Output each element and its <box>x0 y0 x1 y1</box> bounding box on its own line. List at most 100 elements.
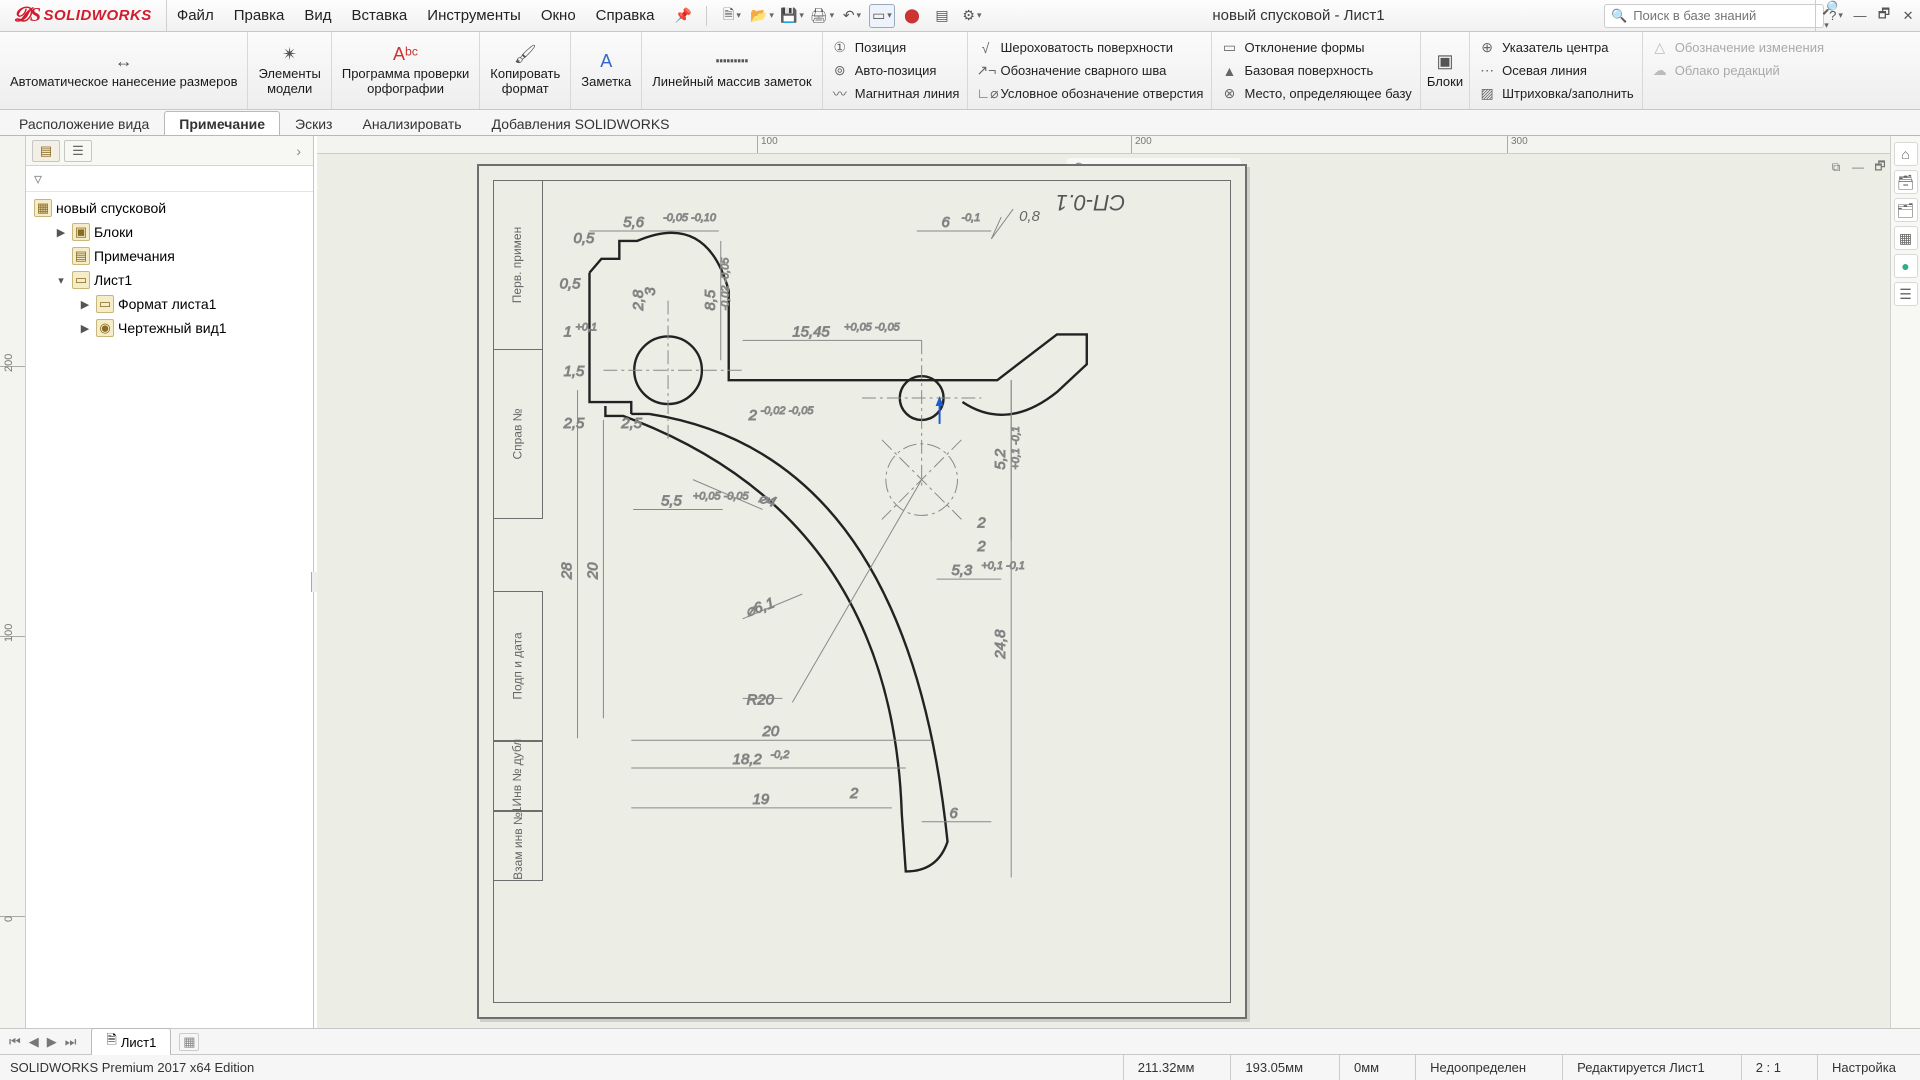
cmd-label: Элементы модели <box>258 67 320 97</box>
cmd-format-painter[interactable]: 🖌 Копировать формат <box>480 32 571 109</box>
cmd-spellcheck[interactable]: Aᵇᶜ Программа проверки орфографии <box>332 32 480 109</box>
task-pane: ⌂ 🗃 🗂 ▦ ● ☰ <box>1890 136 1920 1028</box>
sheet-nav-last-icon[interactable]: ⏭ <box>62 1034 80 1050</box>
print-button[interactable]: 🖨 <box>809 4 835 28</box>
tree-expand-icon[interactable]: ▶ <box>78 322 92 335</box>
save-button[interactable]: 💾 <box>779 4 805 28</box>
taskpane-home-icon[interactable]: ⌂ <box>1894 142 1918 166</box>
cmd-area-hatch[interactable]: ▨Штриховка/заполнить <box>1478 82 1634 105</box>
cmd-balloon[interactable]: ①Позиция <box>831 36 960 59</box>
tree-annotations[interactable]: ▤ Примечания <box>26 244 313 268</box>
tree-sheet[interactable]: ▾ ▭ Лист1 <box>26 268 313 292</box>
cmd-model-items[interactable]: ✴︎ Элементы модели <box>248 32 331 109</box>
select-button[interactable]: ▭ <box>869 4 895 28</box>
cmd-label: Копировать формат <box>490 67 560 97</box>
status-bar: SOLIDWORKS Premium 2017 x64 Edition 211.… <box>0 1054 1920 1080</box>
search-input[interactable] <box>1633 8 1809 23</box>
cmd-surface-finish[interactable]: √Шероховатость поверхности <box>976 36 1203 59</box>
ruler-label: 200 <box>3 354 15 372</box>
view-restore-icon[interactable]: 🗗 <box>1870 158 1890 176</box>
panel-tab-feature-tree[interactable]: ▤ <box>32 140 60 162</box>
cmd-hole-callout[interactable]: ∟⌀Условное обозначение отверстия <box>976 82 1203 105</box>
ruler-label: 100 <box>3 624 15 642</box>
tree-expand-icon[interactable]: ▶ <box>78 298 92 311</box>
surface-finish-icon: √ <box>976 40 994 56</box>
ribbon-group-balloon: ①Позиция ⊚Авто-позиция 〰Магнитная линия <box>823 32 969 109</box>
sheet-nav-next-icon[interactable]: ▶ <box>44 1034 60 1050</box>
hole-callout-icon: ∟⌀ <box>976 85 994 102</box>
tab-addins[interactable]: Добавления SOLIDWORKS <box>477 111 685 135</box>
add-sheet-button[interactable]: ▦ <box>179 1033 199 1051</box>
panel-expand-icon[interactable]: › <box>290 143 307 159</box>
drawing-sheet[interactable]: СП-0.1 Перв. примен Справ № Подп и дата … <box>477 164 1247 1019</box>
cmd-label: Базовая поверхность <box>1244 63 1373 78</box>
minimize-button[interactable]: — <box>1849 5 1871 27</box>
undo-button[interactable]: ↶ <box>839 4 865 28</box>
svg-text:5,6: 5,6 <box>623 215 644 231</box>
format-painter-icon: 🖌 <box>514 44 537 65</box>
cmd-linear-note-pattern[interactable]: ┅┅┅ Линейный массив заметок <box>642 32 822 109</box>
view-new-window-icon[interactable]: ⧉ <box>1826 158 1846 176</box>
cmd-center-mark[interactable]: ⊕Указатель центра <box>1478 36 1634 59</box>
cmd-datum-target[interactable]: ⊗Место, определяющее базу <box>1220 82 1411 105</box>
menu-window[interactable]: Окно <box>531 0 586 31</box>
sheet-tab-icon: 🗎 <box>106 1031 116 1053</box>
panel-tab-property-manager[interactable]: ☰ <box>64 140 92 162</box>
new-button[interactable]: 🗎 <box>719 4 745 28</box>
cmd-centerline[interactable]: ⋯Осевая линия <box>1478 59 1634 82</box>
ruler-label: 0 <box>3 916 15 922</box>
sheet-nav-prev-icon[interactable]: ◀ <box>26 1034 42 1050</box>
taskpane-appearances-icon[interactable]: ● <box>1894 254 1918 278</box>
cmd-note[interactable]: A Заметка <box>571 32 642 109</box>
sheet-nav-first-icon[interactable]: ⏮ <box>6 1034 24 1050</box>
menu-file[interactable]: Файл <box>167 0 224 31</box>
tree-drawing-view[interactable]: ▶ ◉ Чертежный вид1 <box>26 316 313 340</box>
svg-text:2,5: 2,5 <box>620 416 642 432</box>
menu-tools[interactable]: Инструменты <box>417 0 531 31</box>
status-customize[interactable]: Настройка <box>1817 1055 1910 1080</box>
taskpane-design-library-icon[interactable]: 🗃 <box>1894 170 1918 194</box>
sheet-icon: ▭ <box>72 271 90 289</box>
tree-collapse-icon[interactable]: ▾ <box>54 274 68 287</box>
panel-filter-row[interactable]: ▿ <box>26 166 313 192</box>
cmd-geometric-tolerance[interactable]: ▭Отклонение формы <box>1220 36 1411 59</box>
menu-help[interactable]: Справка <box>586 0 665 31</box>
status-scale[interactable]: 2 : 1 <box>1741 1055 1795 1080</box>
cmd-datum-feature[interactable]: ▲Базовая поверхность <box>1220 59 1411 82</box>
sheet-tab[interactable]: 🗎 Лист1 <box>91 1028 171 1055</box>
cmd-smart-dimension[interactable]: ↔︎ Автоматическое нанесение размеров <box>0 32 248 109</box>
tree-label: Примечания <box>94 248 175 264</box>
settings-button[interactable]: ⚙ <box>959 4 985 28</box>
options-button[interactable]: ▤ <box>929 4 955 28</box>
tree-root[interactable]: ▦ новый спусковой <box>26 196 313 220</box>
taskpane-file-explorer-icon[interactable]: 🗂 <box>1894 198 1918 222</box>
cmd-auto-balloon[interactable]: ⊚Авто-позиция <box>831 59 960 82</box>
close-button[interactable]: ✕ <box>1897 5 1919 27</box>
taskpane-view-palette-icon[interactable]: ▦ <box>1894 226 1918 250</box>
tree-blocks[interactable]: ▶ ▣ Блоки <box>26 220 313 244</box>
menu-view[interactable]: Вид <box>294 0 341 31</box>
tree-expand-icon[interactable]: ▶ <box>54 226 68 239</box>
menu-insert[interactable]: Вставка <box>342 0 418 31</box>
tab-view-layout[interactable]: Расположение вида <box>4 111 164 135</box>
help-button[interactable]: ? <box>1825 5 1847 27</box>
menu-edit[interactable]: Правка <box>224 0 295 31</box>
view-minimize-icon[interactable]: — <box>1848 158 1868 176</box>
cmd-label: Блоки <box>1427 75 1463 90</box>
cmd-magnetic-line[interactable]: 〰Магнитная линия <box>831 82 960 105</box>
taskpane-custom-properties-icon[interactable]: ☰ <box>1894 282 1918 306</box>
rebuild-button[interactable]: ⬤ <box>899 4 925 28</box>
tab-annotation[interactable]: Примечание <box>164 111 280 135</box>
cmd-blocks[interactable]: ▣ Блоки <box>1421 32 1470 109</box>
brand-text: SOLIDWORKS <box>43 7 151 24</box>
menu-pin-icon[interactable]: 📌 <box>665 0 702 31</box>
svg-text:6: 6 <box>942 215 951 231</box>
graphics-area[interactable]: 100 200 300 🔍 ⬚ ↺ ▥ ◐ 👁 ⚙ ⧉ — 🗗 ✕ СП-0.1… <box>317 136 1920 1028</box>
open-button[interactable]: 📂 <box>749 4 775 28</box>
tab-evaluate[interactable]: Анализировать <box>347 111 476 135</box>
cmd-weld-symbol[interactable]: ↗¬Обозначение сварного шва <box>976 59 1203 82</box>
restore-button[interactable]: 🗗 <box>1873 5 1895 27</box>
tab-sketch[interactable]: Эскиз <box>280 111 347 135</box>
search-box[interactable]: 🔍 🔎 <box>1604 4 1824 28</box>
tree-sheet-format[interactable]: ▶ ▭ Формат листа1 <box>26 292 313 316</box>
